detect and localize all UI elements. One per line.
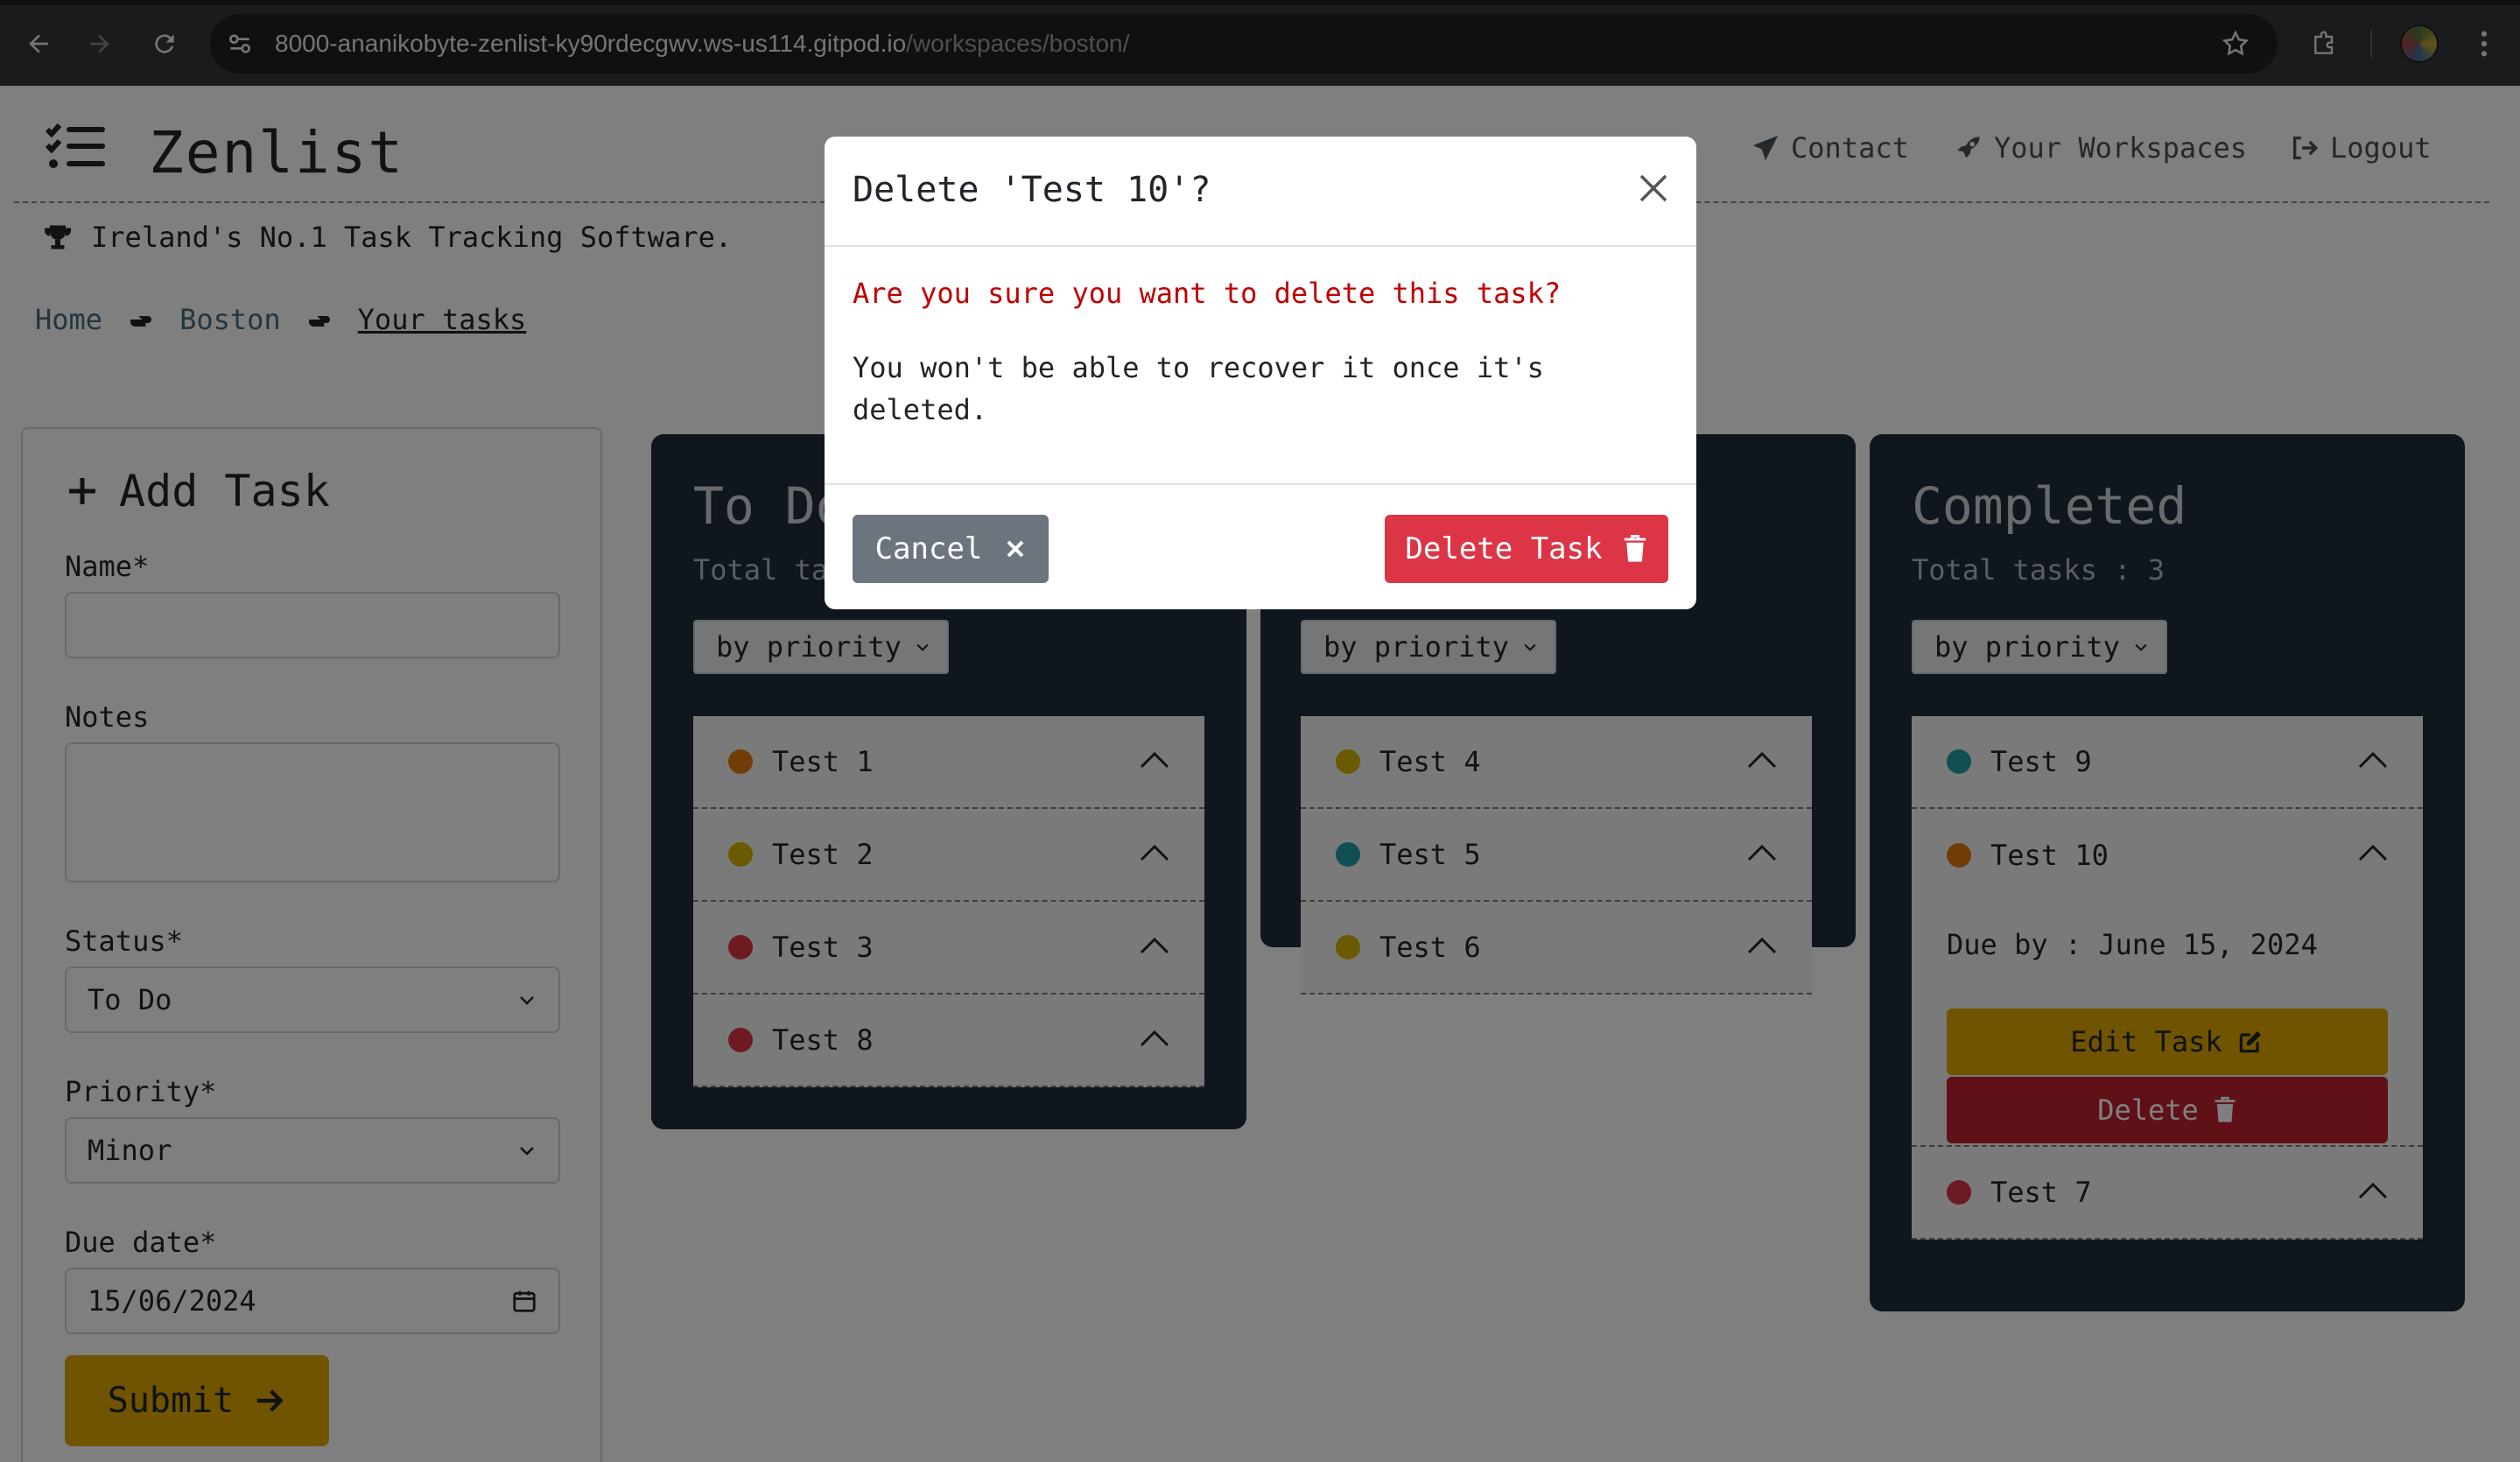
modal-warning: Are you sure you want to delete this tas…	[853, 277, 1562, 310]
modal-title: Delete 'Test 10'?	[853, 170, 1211, 210]
delete-task-label: Delete Task	[1405, 531, 1603, 566]
delete-task-button[interactable]: Delete Task	[1385, 515, 1668, 583]
modal-header: Delete 'Test 10'?	[825, 137, 1696, 247]
trash-icon	[1624, 534, 1646, 562]
cancel-button[interactable]: Cancel	[853, 515, 1049, 583]
modal-footer-divider	[825, 483, 1696, 485]
cancel-label: Cancel	[874, 531, 983, 566]
delete-confirm-modal: Delete 'Test 10'? Are you sure you want …	[825, 137, 1696, 609]
modal-body-text: You won't be able to recover it once it'…	[853, 351, 1544, 426]
close-icon	[1007, 540, 1024, 558]
close-icon[interactable]	[1635, 170, 1672, 207]
